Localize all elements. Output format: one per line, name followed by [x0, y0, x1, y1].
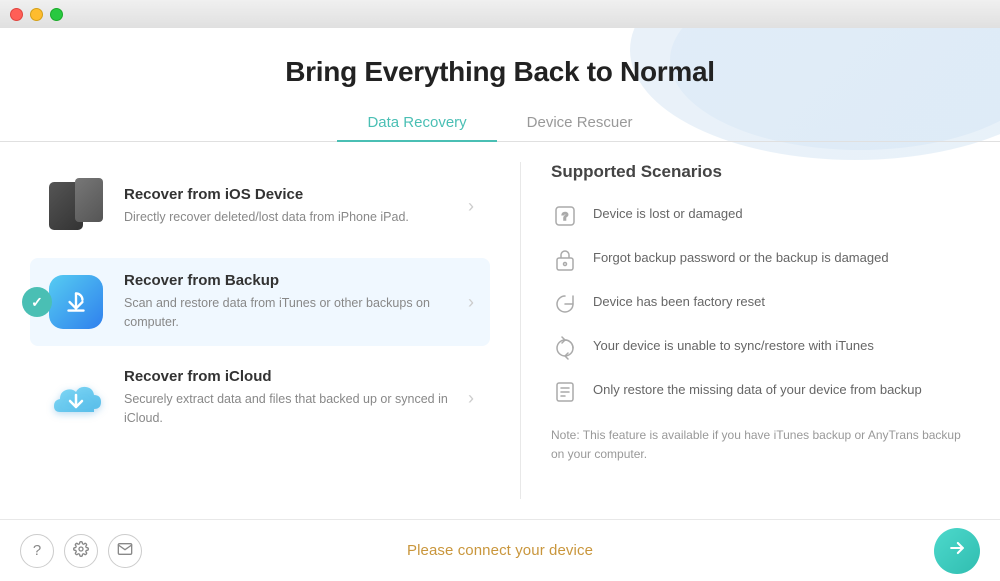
- ios-device-icon: [46, 176, 106, 236]
- backup-chevron: ›: [468, 292, 474, 313]
- factory-reset-text: Device has been factory reset: [593, 290, 765, 311]
- scenario-list: ? Device is lost or damaged Forgot: [551, 202, 970, 406]
- footer: ? Please connect your d: [0, 519, 1000, 581]
- backup-option[interactable]: Recover from Backup Scan and restore dat…: [30, 258, 490, 346]
- close-button[interactable]: [10, 8, 23, 21]
- scenarios-title: Supported Scenarios: [551, 162, 970, 182]
- left-panel: Recover from iOS Device Directly recover…: [0, 142, 520, 519]
- missing-data-icon: [551, 378, 579, 406]
- scenario-sync-restore: Your device is unable to sync/restore wi…: [551, 334, 970, 362]
- next-button[interactable]: [934, 528, 980, 574]
- minimize-button[interactable]: [30, 8, 43, 21]
- ios-device-text: Recover from iOS Device Directly recover…: [124, 186, 409, 227]
- forgot-password-text: Forgot backup password or the backup is …: [593, 246, 889, 267]
- scenario-forgot-password: Forgot backup password or the backup is …: [551, 246, 970, 274]
- title-bar: [0, 0, 1000, 28]
- backup-icon: [46, 272, 106, 332]
- tab-device-rescuer[interactable]: Device Rescuer: [497, 106, 663, 141]
- icloud-chevron: ›: [468, 388, 474, 409]
- missing-data-text: Only restore the missing data of your de…: [593, 378, 922, 399]
- scenario-lost-damaged: ? Device is lost or damaged: [551, 202, 970, 230]
- reset-icon: [551, 290, 579, 318]
- tab-bar: Data Recovery Device Rescuer: [0, 106, 1000, 142]
- page-title: Bring Everything Back to Normal: [0, 56, 1000, 88]
- settings-button[interactable]: [64, 534, 98, 568]
- svg-text:?: ?: [562, 211, 569, 223]
- right-panel: Supported Scenarios ? Device is lost or …: [521, 142, 1000, 519]
- main-content: Bring Everything Back to Normal Data Rec…: [0, 28, 1000, 581]
- sync-restore-text: Your device is unable to sync/restore wi…: [593, 334, 874, 355]
- ios-device-desc: Directly recover deleted/lost data from …: [124, 208, 409, 227]
- maximize-button[interactable]: [50, 8, 63, 21]
- icloud-option[interactable]: Recover from iCloud Securely extract dat…: [30, 354, 490, 442]
- footer-buttons-left: ?: [20, 534, 142, 568]
- icloud-text: Recover from iCloud Securely extract dat…: [124, 368, 474, 428]
- lost-damaged-text: Device is lost or damaged: [593, 202, 743, 223]
- backup-text: Recover from Backup Scan and restore dat…: [124, 272, 474, 332]
- lost-icon: ?: [551, 202, 579, 230]
- header: Bring Everything Back to Normal Data Rec…: [0, 28, 1000, 142]
- backup-desc: Scan and restore data from iTunes or oth…: [124, 294, 474, 332]
- ios-device-chevron: ›: [468, 196, 474, 217]
- icloud-desc: Securely extract data and files that bac…: [124, 390, 474, 428]
- content-area: Recover from iOS Device Directly recover…: [0, 142, 1000, 519]
- ios-device-option[interactable]: Recover from iOS Device Directly recover…: [30, 162, 490, 250]
- sync-icon: [551, 334, 579, 362]
- backup-title: Recover from Backup: [124, 272, 474, 289]
- help-button[interactable]: ?: [20, 534, 54, 568]
- message-button[interactable]: [108, 534, 142, 568]
- icloud-title: Recover from iCloud: [124, 368, 474, 385]
- icloud-icon: [46, 368, 106, 428]
- selected-check-icon: [22, 287, 52, 317]
- scenario-missing-data: Only restore the missing data of your de…: [551, 378, 970, 406]
- status-text: Please connect your device: [407, 542, 593, 559]
- tab-data-recovery[interactable]: Data Recovery: [337, 106, 496, 141]
- scenario-factory-reset: Device has been factory reset: [551, 290, 970, 318]
- lock-icon: [551, 246, 579, 274]
- note-text: Note: This feature is available if you h…: [551, 426, 970, 464]
- ios-device-title: Recover from iOS Device: [124, 186, 409, 203]
